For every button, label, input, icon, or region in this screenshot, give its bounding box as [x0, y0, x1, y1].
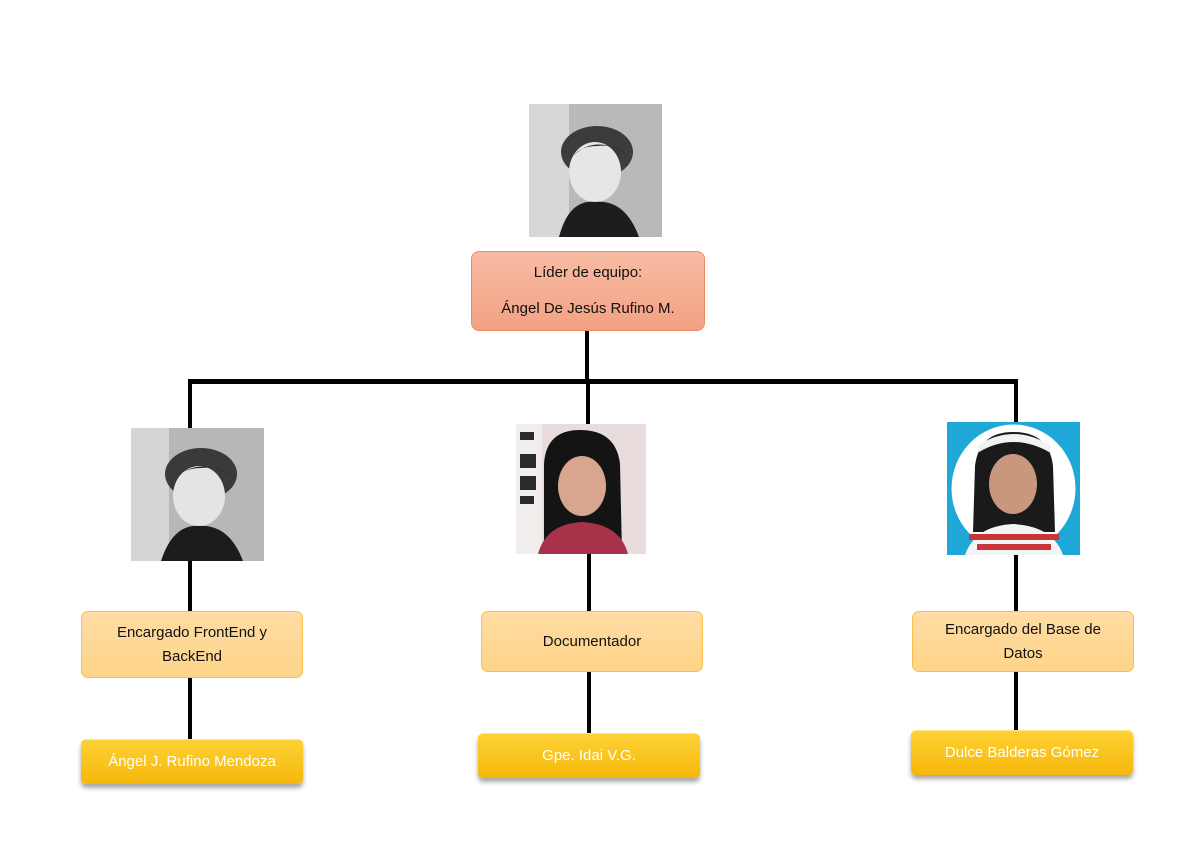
right-role-to-name [1014, 671, 1018, 731]
branch-left [188, 381, 192, 429]
leader-connector [585, 331, 589, 381]
left-role-to-name [188, 678, 192, 740]
member-1-name-box: Ángel J. Rufino Mendoza [81, 739, 303, 784]
right-photo-to-role [1014, 553, 1018, 612]
member-3-name-box: Dulce Balderas Gómez [911, 730, 1133, 775]
member-2-name-box: Gpe. Idai V.G. [478, 733, 700, 778]
member-3-photo [947, 422, 1080, 555]
leader-box: Líder de equipo: Ángel De Jesús Rufino M… [471, 251, 705, 331]
leader-photo [529, 104, 662, 237]
center-role-to-name [587, 671, 591, 734]
member-1-name: Ángel J. Rufino Mendoza [108, 753, 276, 770]
left-photo-to-role [188, 560, 192, 612]
member-3-role: Encargado del Base de Datos [945, 620, 1101, 662]
horizontal-connector [188, 379, 1018, 384]
branch-right [1014, 381, 1018, 423]
member-2-photo [516, 424, 646, 554]
member-2-role: Documentador [542, 632, 642, 650]
member-1-photo [131, 428, 264, 561]
center-photo-to-role [587, 553, 591, 612]
member-3-name: Dulce Balderas Gómez [944, 744, 1100, 761]
leader-name: Ángel De Jesús Rufino M. [501, 300, 675, 317]
member-3-role-box: Encargado del Base de Datos [912, 611, 1134, 672]
member-2-role-box: Documentador [481, 611, 703, 672]
leader-role-label: Líder de equipo: [533, 264, 643, 281]
member-1-role: Encargado FrontEnd y BackEnd [116, 623, 268, 665]
member-1-role-box: Encargado FrontEnd y BackEnd [81, 611, 303, 678]
member-2-name: Gpe. Idai V.G. [542, 747, 636, 764]
branch-center [586, 381, 590, 425]
